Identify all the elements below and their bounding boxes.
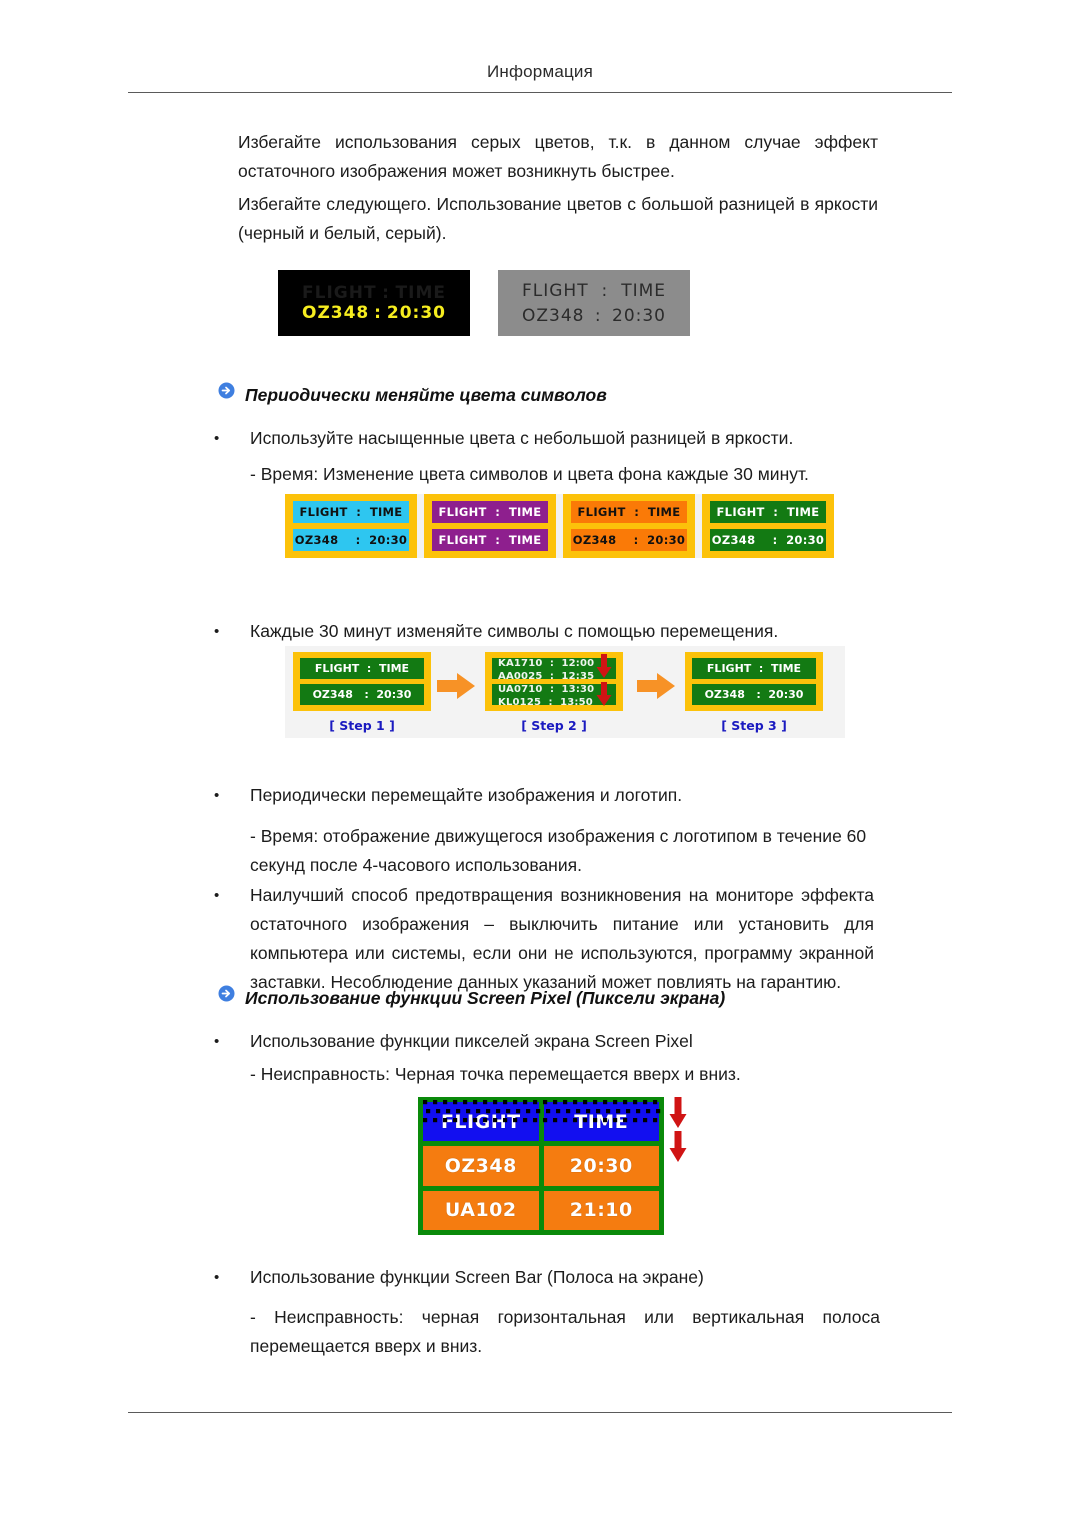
purple-row1: FLIGHT : TIME	[432, 501, 548, 523]
bullet-icon: •	[214, 623, 220, 640]
step-1-label: [ Step 1 ]	[329, 718, 395, 733]
bullet-use-saturated: • Используйте насыщенные цвета с небольш…	[214, 424, 874, 453]
step-1: FLIGHT : TIME OZ348 : 20:30 [ Step 1 ]	[293, 652, 431, 733]
red-down-arrows-steps	[595, 654, 615, 716]
color-panel-cyan: FLIGHT : TIME OZ348 : 20:30	[285, 494, 417, 558]
bullet-icon: •	[214, 1033, 220, 1050]
arrow-down-icon-1	[595, 654, 613, 679]
arrow-down-icon-2	[595, 682, 613, 707]
step-3-row2: OZ348 : 20:30	[692, 684, 816, 705]
panel-grey-line1-right: TIME	[621, 280, 666, 301]
panel-grey-line1-sep: :	[601, 280, 609, 301]
purple-row2: FLIGHT : TIME	[432, 529, 548, 551]
step-3-label: [ Step 3 ]	[721, 718, 787, 733]
note-black-dot-moves: - Неисправность: Черная точка перемещает…	[250, 1064, 741, 1084]
pixel-row1-flight: OZ348	[423, 1146, 539, 1186]
step-3: FLIGHT : TIME OZ348 : 20:30 [ Step 3 ]	[685, 652, 823, 733]
orange-row2: OZ348 : 20:30	[571, 529, 687, 551]
panel-black-line1-right: TIME	[395, 283, 446, 303]
panel-grey-line2-left: OZ348	[522, 305, 585, 326]
step-2-row2-bottom: KL0125 : 13:50	[498, 697, 593, 705]
header-rule	[128, 92, 952, 93]
red-down-arrows-pixel	[668, 1097, 690, 1167]
green-row1: FLIGHT : TIME	[710, 501, 826, 523]
step-3-frame: FLIGHT : TIME OZ348 : 20:30	[685, 652, 823, 711]
bullet-best-prevention: • Наилучший способ предотвращения возник…	[214, 881, 874, 997]
document-page: Информация Избегайте использования серых…	[0, 0, 1080, 1527]
step-1-frame: FLIGHT : TIME OZ348 : 20:30	[293, 652, 431, 711]
section-heading-1-text: Периодически меняйте цвета символов	[245, 385, 607, 405]
pixel-table-row-1: OZ348 20:30	[423, 1146, 659, 1186]
circle-arrow-right-icon	[218, 985, 235, 1002]
section-heading-screen-pixel: Использование функции Screen Pixel (Пикс…	[218, 985, 725, 1011]
figure-steps: FLIGHT : TIME OZ348 : 20:30 [ Step 1 ] K…	[285, 646, 845, 738]
bullet-move-images: • Периодически перемещайте изображения и…	[214, 781, 894, 810]
pixel-row2-flight: UA102	[423, 1190, 539, 1230]
color-panel-green: FLIGHT : TIME OZ348 : 20:30	[702, 494, 834, 558]
pixel-table-row-2: UA102 21:10	[423, 1190, 659, 1230]
arrow-down-icon-3	[668, 1097, 688, 1129]
panel-black-line1-sep: :	[382, 283, 390, 303]
step-2-label: [ Step 2 ]	[521, 718, 587, 733]
cyan-row2: OZ348 : 20:30	[293, 529, 409, 551]
green-row2: OZ348 : 20:30	[710, 529, 826, 551]
step-1-row1: FLIGHT : TIME	[300, 658, 424, 679]
bullet-shift-every-30-min-text: Каждые 30 минут изменяйте символы с помо…	[250, 621, 779, 641]
bullet-shift-every-30-min: • Каждые 30 минут изменяйте символы с по…	[214, 617, 894, 646]
footer-rule	[128, 1412, 952, 1413]
panel-black-line2-sep: :	[374, 303, 382, 323]
pixel-row2-time: 21:10	[543, 1190, 659, 1230]
note-change-every-30-min: - Время: Изменение цвета символов и цвет…	[250, 464, 809, 484]
note-logo-display-time: - Время: отображение движущегося изображ…	[250, 826, 867, 875]
bullet-screen-pixel-text: Использование функции пикселей экрана Sc…	[250, 1031, 693, 1051]
page-header-title: Информация	[486, 62, 594, 81]
bullet-use-saturated-text: Используйте насыщенные цвета с небольшой…	[250, 428, 794, 448]
arrow-down-icon-4	[668, 1131, 688, 1163]
panel-grey: FLIGHT : TIME OZ348 : 20:30	[498, 270, 690, 336]
bullet-move-images-text: Периодически перемещайте изображения и л…	[250, 785, 683, 805]
figure-screen-pixel-table: FLIGHT TIME OZ348 20:30 UA102 21:10	[418, 1097, 687, 1237]
arrow-right-icon-2	[637, 673, 675, 699]
step-3-row1: FLIGHT : TIME	[692, 658, 816, 679]
panel-grey-line1-left: FLIGHT	[522, 280, 589, 301]
paragraph-avoid-contrast: Избегайте следующего. Использование цвет…	[238, 194, 878, 243]
color-panel-purple: FLIGHT : TIME FLIGHT : TIME	[424, 494, 556, 558]
bullet-icon: •	[214, 1269, 220, 1286]
bullet-screen-bar: • Использование функции Screen Bar (Поло…	[214, 1263, 894, 1292]
bullet-screen-pixel: • Использование функции пикселей экрана …	[214, 1027, 894, 1056]
bullet-icon: •	[214, 787, 220, 804]
panel-grey-line2-right: 20:30	[612, 305, 666, 326]
step-2-row1-bottom: AA0025 : 12:35	[498, 671, 595, 679]
section-heading-change-colors: Периодически меняйте цвета символов	[218, 382, 607, 408]
step-1-row2: OZ348 : 20:30	[300, 684, 424, 705]
panel-black-line1-left: FLIGHT	[302, 283, 377, 303]
pixel-row1-time: 20:30	[543, 1146, 659, 1186]
section-heading-2-text: Использование функции Screen Pixel (Пикс…	[245, 988, 726, 1008]
figure-color-panels: FLIGHT : TIME OZ348 : 20:30 FLIGHT : TIM…	[285, 494, 834, 558]
note-black-bar-moves: - Неисправность: черная горизонтальная и…	[250, 1307, 880, 1356]
panel-black-line2-right: 20:30	[386, 303, 446, 323]
bullet-screen-bar-text: Использование функции Screen Bar (Полоса…	[250, 1267, 704, 1287]
figure-contrast-panels: FLIGHT : TIME OZ348 : 20:30 FLIGHT : TIM…	[278, 270, 690, 336]
panel-black-line2-left: OZ348	[302, 303, 370, 323]
panel-grey-line2-sep: :	[594, 305, 602, 326]
orange-row1: FLIGHT : TIME	[571, 501, 687, 523]
bullet-best-prevention-text: Наилучший способ предотвращения возникно…	[250, 885, 874, 992]
bullet-icon: •	[214, 430, 220, 447]
pixel-table: FLIGHT TIME OZ348 20:30 UA102 21:10	[418, 1097, 664, 1235]
color-panel-orange: FLIGHT : TIME OZ348 : 20:30	[563, 494, 695, 558]
pixel-header-flight: FLIGHT	[423, 1102, 539, 1142]
bullet-icon: •	[214, 887, 220, 904]
circle-arrow-right-icon	[218, 382, 235, 399]
paragraph-avoid-grey: Избегайте использования серых цветов, т.…	[238, 132, 878, 181]
pixel-table-header-row: FLIGHT TIME	[423, 1102, 659, 1142]
arrow-right-icon-1	[437, 673, 475, 699]
pixel-header-time: TIME	[543, 1102, 659, 1142]
cyan-row1: FLIGHT : TIME	[293, 501, 409, 523]
panel-black: FLIGHT : TIME OZ348 : 20:30	[278, 270, 470, 336]
